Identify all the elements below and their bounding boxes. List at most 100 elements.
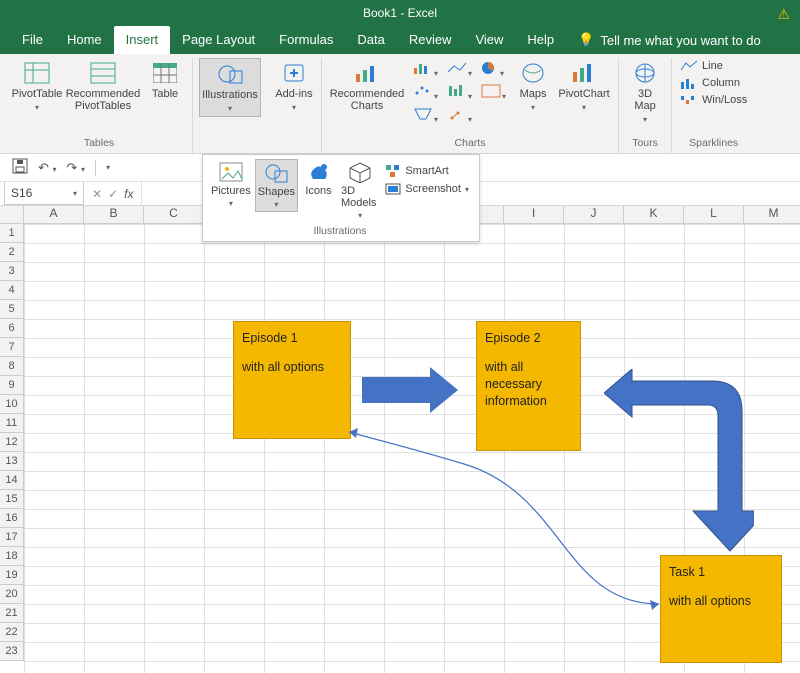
row-header[interactable]: 9 — [0, 376, 24, 395]
column-header[interactable]: J — [564, 206, 624, 224]
enter-icon[interactable]: ✓ — [108, 187, 118, 201]
shapes-button[interactable]: Shapes ▾ — [255, 159, 298, 212]
undo-icon[interactable]: ↶ ▾ — [38, 160, 57, 176]
chevron-down-icon: ▾ — [465, 185, 469, 194]
fx-icon[interactable]: fx — [124, 187, 133, 201]
column-header[interactable]: C — [144, 206, 204, 224]
row-header[interactable]: 6 — [0, 319, 24, 338]
ribbon-tabs: File Home Insert Page Layout Formulas Da… — [0, 26, 800, 54]
qat-customize-icon[interactable]: ▾ — [106, 163, 110, 172]
row-header[interactable]: 1 — [0, 224, 24, 243]
warning-icon: ⚠ — [777, 6, 790, 23]
tab-insert[interactable]: Insert — [114, 26, 171, 54]
3d-map-button[interactable]: 3D Map ▾ — [625, 58, 665, 127]
row-header[interactable]: 18 — [0, 547, 24, 566]
smartart-icon — [385, 164, 401, 178]
row-header[interactable]: 11 — [0, 414, 24, 433]
column-header[interactable]: L — [684, 206, 744, 224]
pivotchart-button[interactable]: PivotChart ▾ — [556, 58, 612, 115]
ribbon-group-addins: Add-ins ▾ — [267, 58, 322, 153]
select-all-corner[interactable] — [0, 206, 24, 224]
name-box[interactable]: S16 ▾ — [4, 182, 84, 205]
tab-review[interactable]: Review — [397, 26, 464, 54]
row-header[interactable]: 4 — [0, 281, 24, 300]
maps-button[interactable]: Maps ▾ — [512, 58, 554, 115]
chevron-down-icon: ▾ — [292, 103, 296, 112]
pictures-button[interactable]: Pictures ▾ — [209, 159, 253, 210]
scatter-chart-icon[interactable]: ▾ — [408, 81, 442, 104]
cancel-icon[interactable]: ✕ — [92, 187, 102, 201]
ribbon-group-tables: PivotTable ▾ Recommended PivotTables Tab… — [6, 58, 193, 153]
shapes-icon — [263, 162, 289, 184]
tell-me-search[interactable]: 💡 Tell me what you want to do — [566, 26, 773, 54]
curved-connector[interactable] — [334, 424, 674, 624]
recommended-pivottables-button[interactable]: Recommended PivotTables — [64, 58, 142, 115]
row-header[interactable]: 5 — [0, 300, 24, 319]
row-header[interactable]: 2 — [0, 243, 24, 262]
row-header[interactable]: 19 — [0, 566, 24, 585]
sparkline-column-button[interactable]: Column — [678, 75, 749, 91]
tab-help[interactable]: Help — [515, 26, 566, 54]
chevron-down-icon: ▾ — [73, 189, 77, 198]
illustrations-button[interactable]: Illustrations ▾ — [199, 58, 261, 117]
cells-area[interactable]: Episode 1 with all options Episode 2 wit… — [24, 224, 800, 673]
funnel-chart-icon[interactable]: ▾ — [408, 104, 442, 127]
icons-icon — [307, 161, 331, 183]
recommended-charts-button[interactable]: Recommended Charts — [328, 58, 406, 115]
column-header[interactable]: M — [744, 206, 800, 224]
column-header[interactable]: A — [24, 206, 84, 224]
screenshot-button[interactable]: Screenshot ▾ — [383, 181, 471, 197]
row-header[interactable]: 20 — [0, 585, 24, 604]
tab-page-layout[interactable]: Page Layout — [170, 26, 267, 54]
tab-file[interactable]: File — [10, 26, 55, 54]
hierarchy-chart-icon[interactable]: ▾ — [476, 81, 510, 104]
chevron-down-icon: ▾ — [35, 103, 39, 112]
ribbon-group-tours: 3D Map ▾ Tours — [619, 58, 672, 153]
pivottable-icon — [23, 61, 51, 85]
smartart-button[interactable]: SmartArt — [383, 163, 471, 179]
row-headers: 1 2 3 4 5 6 7 8 9 10 11 12 13 14 15 16 1… — [0, 224, 24, 661]
spreadsheet-grid[interactable]: A B C D E F G H I J K L M 1 2 3 4 5 6 7 … — [0, 206, 800, 673]
save-icon[interactable] — [12, 158, 28, 177]
row-header[interactable]: 7 — [0, 338, 24, 357]
shape-episode1[interactable]: Episode 1 with all options — [233, 321, 351, 439]
tab-view[interactable]: View — [463, 26, 515, 54]
recommended-pivottables-icon — [89, 61, 117, 85]
illustrations-dropdown: Pictures ▾ Shapes ▾ Icons 3D Models ▾ Sm… — [202, 154, 480, 242]
row-header[interactable]: 12 — [0, 433, 24, 452]
combo-chart-icon[interactable]: ▾ — [442, 104, 476, 127]
arrow-shape-1[interactable] — [362, 367, 458, 413]
pie-chart-icon[interactable]: ▾ — [476, 58, 508, 81]
icons-button[interactable]: Icons — [300, 159, 337, 199]
row-header[interactable]: 10 — [0, 395, 24, 414]
row-header[interactable]: 21 — [0, 604, 24, 623]
sparkline-line-button[interactable]: Line — [678, 58, 749, 74]
ribbon-group-tables-label: Tables — [12, 135, 186, 151]
column-chart-icon[interactable]: ▾ — [442, 81, 476, 104]
row-header[interactable]: 17 — [0, 528, 24, 547]
redo-icon[interactable]: ↷ ▾ — [67, 160, 86, 176]
bar-chart-icon[interactable]: ▾ — [408, 58, 442, 81]
pivottable-button[interactable]: PivotTable ▾ — [12, 58, 62, 115]
row-header[interactable]: 8 — [0, 357, 24, 376]
shape-task1[interactable]: Task 1 with all options — [660, 555, 782, 663]
row-header[interactable]: 15 — [0, 490, 24, 509]
tab-home[interactable]: Home — [55, 26, 114, 54]
row-header[interactable]: 16 — [0, 509, 24, 528]
addins-button[interactable]: Add-ins ▾ — [273, 58, 315, 115]
table-button[interactable]: Table — [144, 58, 186, 115]
tab-data[interactable]: Data — [345, 26, 396, 54]
column-header[interactable]: B — [84, 206, 144, 224]
row-header[interactable]: 22 — [0, 623, 24, 642]
column-header[interactable]: K — [624, 206, 684, 224]
row-header[interactable]: 3 — [0, 262, 24, 281]
row-header[interactable]: 13 — [0, 452, 24, 471]
row-header[interactable]: 23 — [0, 642, 24, 661]
row-header[interactable]: 14 — [0, 471, 24, 490]
line-chart-icon[interactable]: ▾ — [442, 58, 476, 81]
column-header[interactable]: I — [504, 206, 564, 224]
sparkline-winloss-button[interactable]: Win/Loss — [678, 92, 749, 108]
tab-formulas[interactable]: Formulas — [267, 26, 345, 54]
3d-models-button[interactable]: 3D Models ▾ — [339, 159, 381, 222]
pivotchart-icon — [570, 61, 598, 85]
